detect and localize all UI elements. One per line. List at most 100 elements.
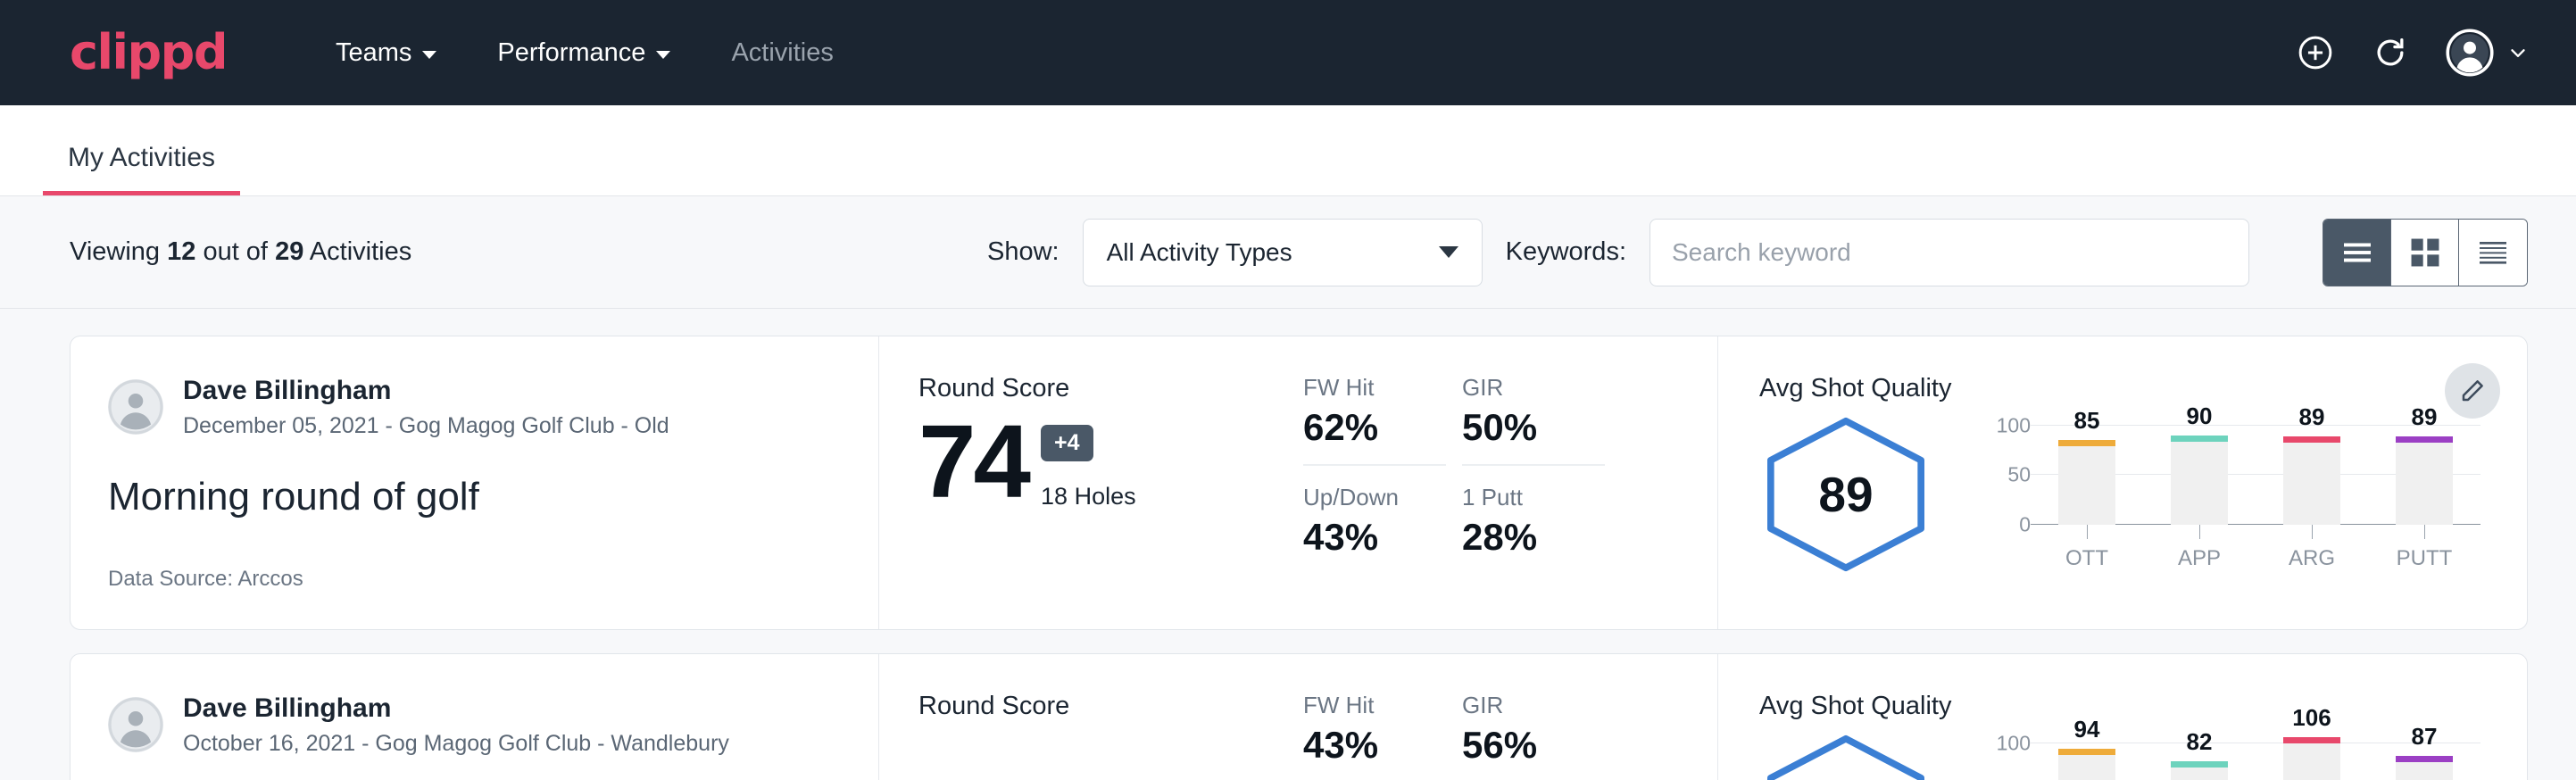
bar-body — [2171, 768, 2228, 780]
bar-group: 94 82 106 87 — [2031, 728, 2480, 780]
x-tick-mark — [2199, 525, 2200, 539]
bar-value-label: 82 — [2171, 728, 2228, 756]
x-tick-group: PUTT — [2396, 525, 2453, 571]
quality-body: 050100 948210687 OTTAPPARGPUTT — [1759, 728, 2491, 780]
bar-body — [2396, 443, 2453, 525]
x-tick-label: PUTT — [2397, 546, 2453, 571]
bar-column: 87 — [2396, 728, 2453, 780]
stat-gir: GIR 50% — [1462, 374, 1605, 466]
profile-header: Dave Billingham December 05, 2021 - Gog … — [108, 374, 852, 440]
quality-hexagon: 89 — [1759, 416, 1932, 573]
stat-value: 43% — [1303, 519, 1446, 556]
plus-circle-icon[interactable] — [2296, 33, 2335, 72]
x-tick-label: ARG — [2289, 546, 2335, 571]
bar-cap — [2396, 436, 2453, 443]
round-score-label: Round Score — [918, 374, 1298, 403]
filter-toolbar: Viewing 12 out of 29 Activities Show: Al… — [0, 196, 2576, 309]
stat-value: 50% — [1462, 409, 1605, 446]
round-score-section: Round Score 74 +4 18 Holes — [878, 336, 1298, 629]
account-menu[interactable] — [2446, 29, 2530, 77]
stat-label: GIR — [1462, 692, 1605, 719]
bar-value-label: 94 — [2058, 716, 2115, 743]
bar-value-label: 106 — [2283, 704, 2340, 732]
keywords-label: Keywords: — [1506, 237, 1626, 267]
quality-body: 89 050100 85908989 OTTAPPARGPUTT — [1759, 411, 2491, 573]
nav-item-performance[interactable]: Performance — [467, 26, 701, 80]
bar-column: 89 — [2283, 411, 2340, 525]
avatar — [108, 379, 163, 435]
chart-plot: 85908989 — [2031, 411, 2480, 525]
tab-label: My Activities — [68, 143, 215, 172]
nav-item-label: Teams — [336, 38, 411, 68]
stat-value: 43% — [1303, 726, 1446, 764]
viewing-suffix: Activities — [310, 237, 411, 266]
avatar-icon — [108, 379, 163, 435]
quality-hexagon — [1759, 734, 1932, 780]
bar-value-label: 90 — [2171, 402, 2228, 430]
activity-card[interactable]: Dave Billingham October 16, 2021 - Gog M… — [70, 653, 2528, 780]
clippd-logo[interactable]: clippd — [70, 29, 227, 77]
x-tick-group: ARG — [2283, 525, 2340, 571]
stat-one-putt: 1 Putt 28% — [1462, 484, 1605, 563]
bar-body — [2058, 755, 2115, 780]
avg-shot-quality-section: Avg Shot Quality 050100 948210687 OTTAPP… — [1717, 654, 2527, 780]
bar-value-label: 89 — [2396, 403, 2453, 431]
y-tick-label: 100 — [1997, 731, 2031, 755]
nav-item-label: Performance — [497, 38, 645, 68]
view-mode-toggle — [2323, 219, 2528, 286]
bar-value-label: 85 — [2058, 407, 2115, 435]
search-input[interactable] — [1649, 219, 2249, 286]
profile-header: Dave Billingham October 16, 2021 - Gog M… — [108, 692, 852, 758]
round-score-value: 74 — [918, 412, 1028, 510]
bar-cap — [2058, 440, 2115, 446]
tab-my-activities[interactable]: My Activities — [43, 145, 240, 195]
activities-list: Dave Billingham December 05, 2021 - Gog … — [0, 309, 2576, 780]
refresh-icon[interactable] — [2371, 33, 2410, 72]
chevron-down-icon — [2506, 41, 2530, 64]
quality-score-value — [1759, 734, 1932, 780]
avatar — [108, 697, 163, 752]
y-tick-label: 50 — [2007, 463, 2031, 487]
avg-shot-quality-section: Avg Shot Quality 89 050100 85908989 OTTA… — [1717, 336, 2527, 629]
bar-column: 85 — [2058, 411, 2115, 525]
bar-cap — [2171, 436, 2228, 442]
viewing-middle: out of — [203, 237, 268, 266]
bar-cap — [2283, 436, 2340, 443]
stat-up-down: Up/Down 43% — [1303, 484, 1446, 563]
stat-label: FW Hit — [1303, 692, 1446, 719]
stat-value: 62% — [1303, 409, 1446, 446]
activity-meta: December 05, 2021 - Gog Magog Golf Club … — [183, 411, 669, 441]
activity-type-select[interactable]: All Activity Types — [1083, 219, 1483, 286]
bar-cap — [2283, 737, 2340, 743]
x-tick-mark — [2087, 525, 2088, 539]
stat-value: 56% — [1462, 726, 1605, 764]
bar-value-label: 87 — [2396, 723, 2453, 751]
bar-cap — [2171, 761, 2228, 768]
stat-label: 1 Putt — [1462, 484, 1605, 511]
avatar-icon — [2446, 29, 2494, 77]
edit-activity-button[interactable] — [2445, 363, 2500, 419]
top-navbar: clippd Teams Performance Activities — [0, 0, 2576, 105]
navbar-actions — [2296, 29, 2530, 77]
chart-y-axis: 050100 — [1981, 411, 2031, 525]
shot-quality-chart: 050100 948210687 OTTAPPARGPUTT — [1981, 728, 2480, 780]
list-view-button[interactable] — [2323, 220, 2391, 286]
bar-column: 94 — [2058, 728, 2115, 780]
stat-value: 28% — [1462, 519, 1605, 556]
activity-type-value: All Activity Types — [1107, 238, 1439, 267]
stat-grid: FW Hit 62% GIR 50% Up/Down 43% 1 Putt 28… — [1303, 374, 1717, 563]
quality-score-value: 89 — [1759, 416, 1932, 573]
round-score-value-row: 74 +4 18 Holes — [918, 412, 1298, 510]
nav-item-teams[interactable]: Teams — [305, 26, 467, 80]
nav-item-activities[interactable]: Activities — [701, 26, 863, 80]
x-tick-mark — [2424, 525, 2425, 539]
viewing-count: 12 — [167, 237, 195, 266]
data-source: Data Source: Arccos — [108, 529, 852, 592]
compact-view-button[interactable] — [2459, 220, 2527, 286]
grid-view-button[interactable] — [2391, 220, 2459, 286]
chevron-down-icon — [656, 51, 670, 59]
bar-column: 106 — [2283, 728, 2340, 780]
activity-card[interactable]: Dave Billingham December 05, 2021 - Gog … — [70, 336, 2528, 630]
y-tick-label: 0 — [2019, 513, 2031, 537]
bar-body — [2171, 442, 2228, 525]
